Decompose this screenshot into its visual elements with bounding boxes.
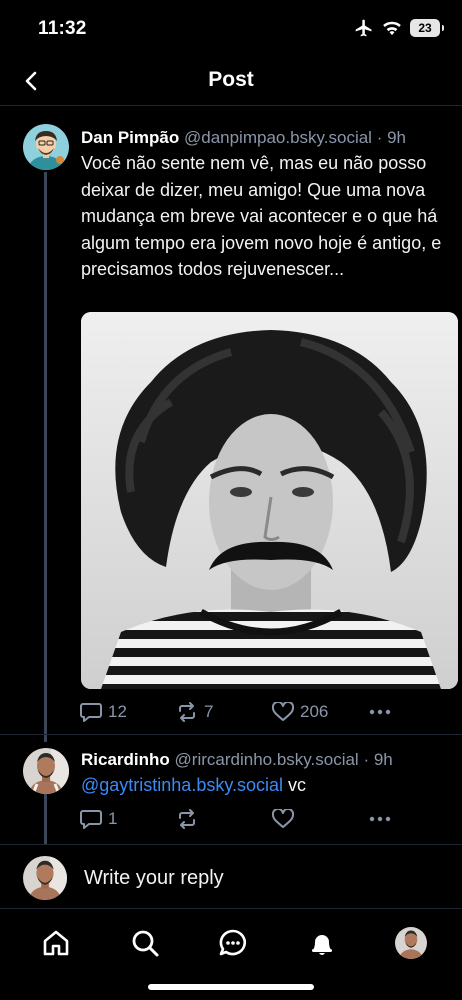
heart-icon [272,809,294,828]
comment-icon [80,703,102,722]
reply-meta: Ricardinho @rircardinho.bsky.social · 9h [81,750,393,770]
mention-link[interactable]: @gaytristinha.bsky.social [81,775,283,795]
repost-icon [179,809,195,829]
page-title: Post [208,68,254,91]
nav-search[interactable] [127,925,163,961]
header: Post [0,56,462,106]
post-image[interactable] [81,312,458,689]
current-user-avatar [23,856,67,900]
nav-profile[interactable] [393,925,429,961]
reply-more-options-button[interactable] [369,809,391,829]
repost-count: 7 [204,702,214,721]
reply-count: 12 [108,702,127,721]
nav-home[interactable] [38,925,74,961]
post-meta: Dan Pimpão @danpimpao.bsky.social · 9h [81,128,406,148]
status-time: 11:32 [38,18,87,39]
thread-line [44,172,47,742]
airplane-icon [355,19,372,37]
author-handle[interactable]: @danpimpao.bsky.social [184,128,372,147]
more-icon [369,816,391,822]
battery-level: 23 [418,21,432,35]
nav-notifications[interactable] [304,925,340,961]
wifi-icon [383,21,401,36]
like-button[interactable]: 206 [272,702,328,722]
notifications-icon [312,935,332,955]
reply-composer[interactable]: Write your reply [0,844,462,908]
thread-line [44,794,47,844]
home-icon [43,930,69,956]
reply-like-button[interactable] [272,809,294,829]
reply-reply-button[interactable]: 1 [80,809,117,829]
reply-repost-button[interactable] [176,809,198,829]
author-name[interactable]: Dan Pimpão [81,128,179,147]
repost-icon [179,702,195,722]
like-count: 206 [300,702,329,721]
heart-icon [272,702,294,721]
reply-body: vc [288,775,307,795]
reply-button[interactable]: 12 [80,702,127,722]
reply-author-name[interactable]: Ricardinho [81,750,170,769]
battery-icon: 23 [410,19,444,37]
more-icon [369,709,391,715]
reply-time: · 9h [363,750,393,769]
status-icons: 23 [354,18,444,38]
reply-reply-count: 1 [108,809,118,828]
post-text: Você não sente nem vê, mas eu não posso … [81,153,442,279]
profile-avatar [395,927,427,959]
reply-author-handle[interactable]: @rircardinho.bsky.social [175,750,359,769]
reply-input-placeholder[interactable]: Write your reply [84,867,224,890]
more-options-button[interactable] [369,702,391,722]
repost-button[interactable]: 7 [176,702,213,722]
home-indicator [148,984,314,990]
search-icon [132,930,159,957]
nav-chat[interactable] [215,925,251,961]
status-bar: 11:32 23 [0,0,462,54]
reply-author-avatar[interactable] [23,748,69,794]
post-time: · 9h [376,128,406,147]
comment-icon [80,810,102,829]
chat-icon [219,929,247,956]
author-avatar[interactable] [23,124,69,170]
divider [0,734,462,735]
reply-text: @gaytristinha.bsky.social vc [81,772,453,799]
